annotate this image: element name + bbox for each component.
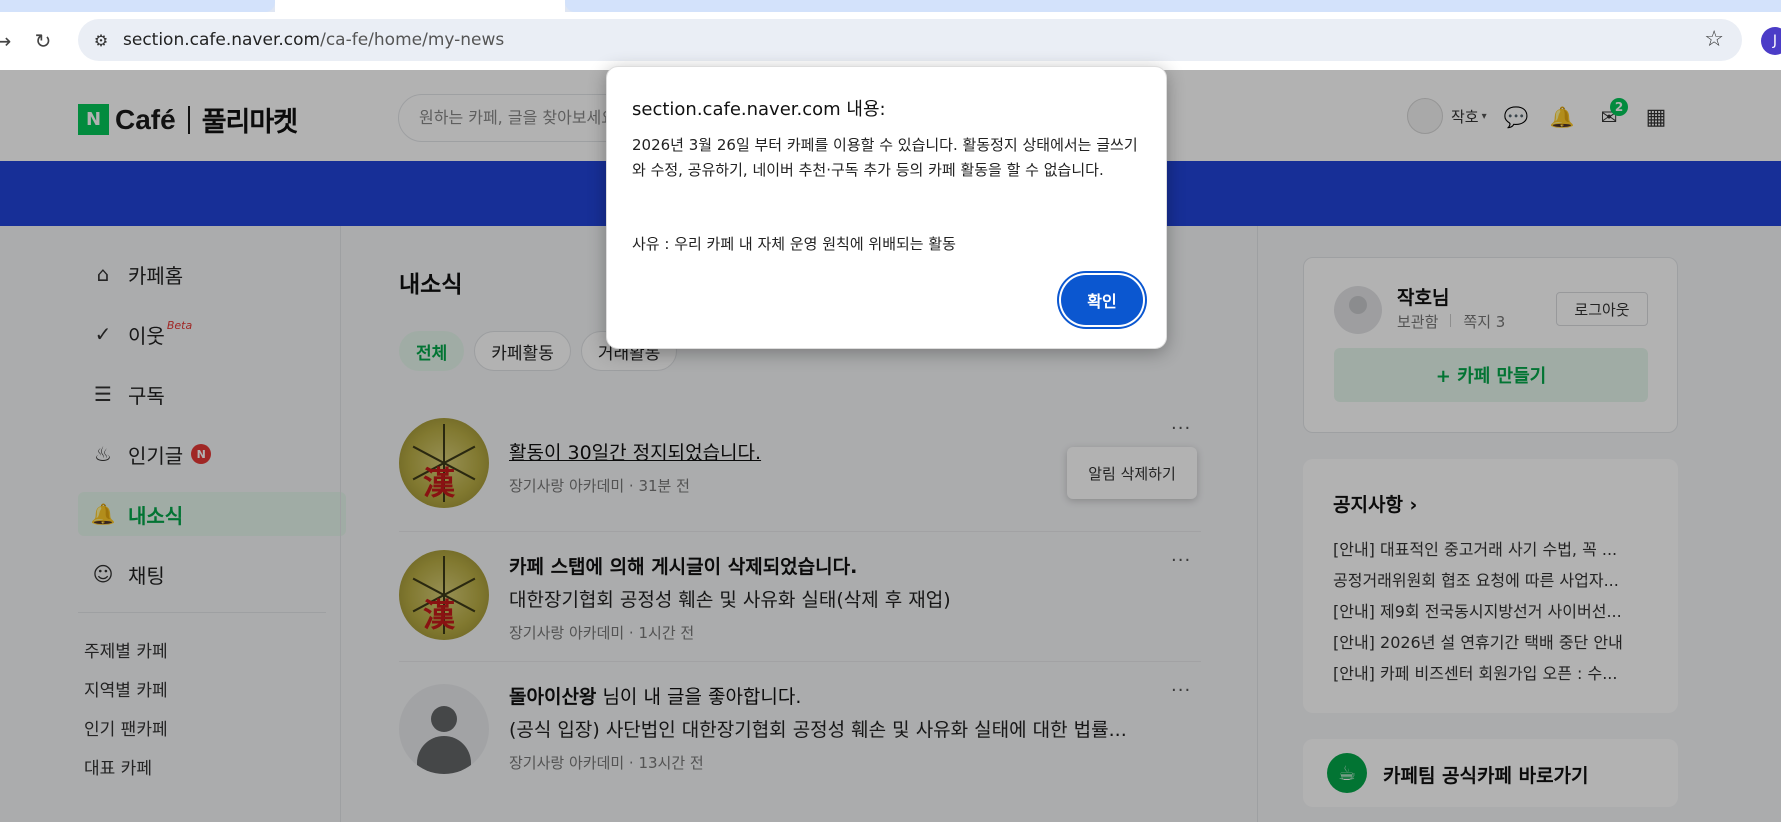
tab-strip [0, 0, 1781, 12]
browser-tab[interactable] [0, 0, 275, 12]
dialog-reason: 사유 : 우리 카페 내 자체 운영 원칙에 위배되는 활동 [632, 235, 956, 253]
ok-button[interactable]: 확인 [1061, 275, 1143, 325]
browser-profile-avatar[interactable]: J [1761, 27, 1781, 55]
dialog-title: section.cafe.naver.com 내용: [632, 99, 886, 120]
site-settings-icon[interactable]: ⚙ [88, 27, 114, 53]
browser-toolbar: → ↻ ⚙ section.cafe.naver.com/ca-fe/home/… [0, 12, 1781, 70]
browser-tab-active[interactable] [275, 0, 565, 12]
forward-icon[interactable]: → [0, 26, 18, 56]
url-path: /ca-fe/home/my-news [320, 30, 505, 50]
url-text[interactable]: section.cafe.naver.com/ca-fe/home/my-new… [123, 30, 504, 50]
browser-tab[interactable] [565, 0, 1781, 12]
address-bar[interactable]: ⚙ section.cafe.naver.com/ca-fe/home/my-n… [78, 19, 1742, 61]
dialog-message: 2026년 3월 26일 부터 카페를 이용할 수 있습니다. 활동정지 상태에… [632, 136, 1138, 179]
url-host: section.cafe.naver.com [123, 30, 321, 50]
bookmark-star-icon[interactable]: ☆ [1704, 27, 1724, 52]
alert-dialog: section.cafe.naver.com 내용: 2026년 3월 26일 … [606, 66, 1167, 349]
reload-icon[interactable]: ↻ [28, 26, 58, 56]
